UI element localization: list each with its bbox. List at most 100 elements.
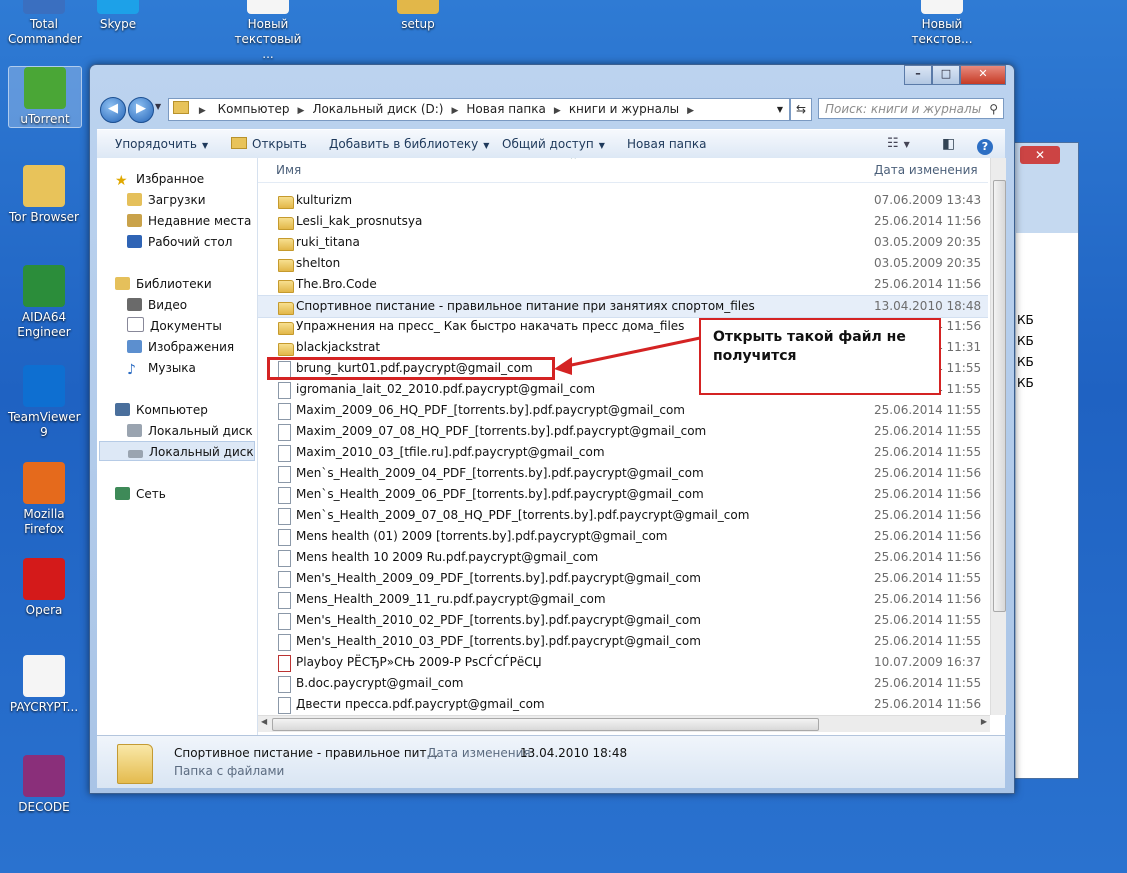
file-date: 13.04.2010 18:48 <box>874 299 982 313</box>
help-button[interactable]: ? <box>977 130 993 158</box>
explorer-window[interactable]: – □ ✕ ◀ ▶ ▼ ▶ Компьютер ▶ Локальный диск (… <box>89 64 1015 794</box>
breadcrumb-item[interactable]: книги и журналы <box>569 99 679 120</box>
nav-computer[interactable]: Компьютер <box>115 400 208 420</box>
size-unit-label: КБ <box>1017 355 1034 369</box>
file-row[interactable]: shelton 03.05.2009 20:35 <box>258 253 988 274</box>
vertical-scroll-thumb[interactable] <box>993 180 1006 612</box>
file-row[interactable]: Maxim_2009_06_HQ_PDF_[torrents.by].pdf.p… <box>258 400 988 421</box>
breadcrumb-item[interactable]: Новая папка <box>466 99 545 120</box>
file-name: blackjackstrat <box>296 340 381 354</box>
search-icon[interactable]: ⚲ <box>989 99 998 120</box>
desktop-icon-item[interactable]: DECODE <box>8 755 80 815</box>
file-row[interactable]: kulturizm 07.06.2009 13:43 <box>258 190 988 211</box>
nav-desktop[interactable]: Рабочий стол <box>127 232 232 252</box>
file-row[interactable]: Двести пресса.pdf.paycrypt@gmail_com 25.0… <box>258 694 988 715</box>
background-window-close-button[interactable]: ✕ <box>1020 146 1060 164</box>
nav-disk-d[interactable]: Локальный диск (D <box>99 441 257 461</box>
nav-disk-c[interactable]: Локальный диск (C <box>127 421 257 441</box>
file-row[interactable]: Lesli_kak_prosnutsya 25.06.2014 11:56 <box>258 211 988 232</box>
share-button[interactable]: Общий доступ ▼ <box>502 130 605 158</box>
horizontal-scrollbar[interactable]: ◀ ▶ <box>258 715 990 732</box>
new-folder-button[interactable]: Новая папка <box>627 130 706 158</box>
address-dropdown-icon[interactable]: ▼ <box>777 99 783 120</box>
column-name[interactable]: Имя <box>276 163 301 177</box>
minimize-button[interactable]: – <box>904 65 932 85</box>
nav-computer-label: Компьютер <box>136 403 208 417</box>
file-row[interactable]: ruki_titana 03.05.2009 20:35 <box>258 232 988 253</box>
breadcrumb-item[interactable]: Локальный диск (D:) <box>312 99 443 120</box>
close-button[interactable]: ✕ <box>960 65 1006 85</box>
total-commander-icon <box>23 0 65 14</box>
file-row[interactable]: Mens_Health_2009_11_ru.pdf.paycrypt@gmai… <box>258 589 988 610</box>
address-bar[interactable]: ▶ Компьютер ▶ Локальный диск (D:) ▶ Новая па… <box>168 98 790 121</box>
desktop-icon-item[interactable]: Tor Browser <box>8 165 80 225</box>
forward-button[interactable]: ▶ <box>128 97 154 123</box>
file-row[interactable]: Men's_Health_2010_03_PDF_[torrents.by].p… <box>258 631 988 652</box>
desktop-icon-item[interactable]: Новый текстов... <box>906 0 978 47</box>
file-row[interactable]: Men`s_Health_2009_06_PDF_[torrents.by].p… <box>258 484 988 505</box>
nav-music[interactable]: ♪ Музыка <box>127 358 196 378</box>
breadcrumb-arrow-icon[interactable]: ▶ <box>554 106 561 116</box>
nav-documents[interactable]: Документы <box>127 316 222 336</box>
nav-libraries[interactable]: Библиотеки <box>115 274 212 294</box>
view-options-button[interactable]: ☷ ▼ <box>887 130 910 158</box>
nav-recent-places[interactable]: Недавние места <box>127 211 251 231</box>
file-row[interactable]: Playboy РЁСЂР»СЊ 2009-Р РѕСЃСЃРёСЏ 10.07.… <box>258 652 988 673</box>
file-row[interactable]: Men's_Health_2010_02_PDF_[torrents.by].p… <box>258 610 988 631</box>
desktop-icon-item[interactable]: Total Commander <box>8 0 82 47</box>
file-row[interactable]: Maxim_2009_07_08_HQ_PDF_[torrents.by].pd… <box>258 421 988 442</box>
desktop-icon-item[interactable]: Mozilla Firefox <box>8 462 80 537</box>
horizontal-scroll-thumb[interactable] <box>272 718 819 731</box>
breadcrumb-arrow-icon[interactable]: ▶ <box>199 106 206 116</box>
file-date: 25.06.2014 11:55 <box>874 424 982 438</box>
back-button[interactable]: ◀ <box>100 97 126 123</box>
desktop-icon-item[interactable]: Новый текстовый ... <box>232 0 304 62</box>
search-input[interactable]: Поиск: книги и журналы ⚲ <box>818 98 1004 119</box>
file-row[interactable]: Men`s_Health_2009_07_08_HQ_PDF_[torrents… <box>258 505 988 526</box>
pictures-icon <box>127 340 142 353</box>
preview-pane-button[interactable]: ◧ <box>942 130 955 158</box>
breadcrumb-arrow-icon[interactable]: ▶ <box>451 106 458 116</box>
nav-pictures[interactable]: Изображения <box>127 337 234 357</box>
file-row[interactable]: Men`s_Health_2009_04_PDF_[torrents.by].p… <box>258 463 988 484</box>
file-row[interactable]: Mens health (01) 2009 [torrents.by].pdf.… <box>258 526 988 547</box>
history-dropdown-icon[interactable]: ▼ <box>155 102 161 111</box>
add-to-library-button[interactable]: Добавить в библиотеку ▼ <box>329 130 489 158</box>
desktop-icon-item[interactable]: setup <box>382 0 454 32</box>
file-name: Men`s_Health_2009_04_PDF_[torrents.by].p… <box>296 466 704 480</box>
file-icon <box>278 571 291 588</box>
file-row[interactable]: Maxim_2010_03_[tfile.ru].pdf.paycrypt@gm… <box>258 442 988 463</box>
maximize-button[interactable]: □ <box>932 65 960 85</box>
desktop-icon-label: DECODE <box>18 800 70 814</box>
file-row[interactable]: B.doc.paycrypt@gmail_com 25.06.2014 11:55 <box>258 673 988 694</box>
breadcrumb-arrow-icon[interactable]: ▶ <box>687 106 694 116</box>
file-row[interactable]: Men's_Health_2009_09_PDF_[torrents.by].p… <box>258 568 988 589</box>
file-icon <box>278 487 291 504</box>
refresh-button[interactable]: ⇆ <box>790 98 812 121</box>
nav-downloads-label: Загрузки <box>148 193 206 207</box>
vertical-scrollbar[interactable] <box>990 158 1006 715</box>
file-date: 07.06.2009 13:43 <box>874 193 982 207</box>
nav-video[interactable]: Видео <box>127 295 187 315</box>
file-name: Lesli_kak_prosnutsya <box>296 214 423 228</box>
breadcrumb-item[interactable]: Компьютер <box>218 99 290 120</box>
desktop-icon-item[interactable]: AIDA64 Engineer <box>8 265 80 340</box>
desktop-icon-item[interactable]: Skype <box>82 0 154 32</box>
nav-downloads[interactable]: Загрузки <box>127 190 206 210</box>
background-window[interactable]: ✕ <box>1005 142 1079 779</box>
breadcrumb-arrow-icon[interactable]: ▶ <box>298 106 305 116</box>
file-row[interactable]: Спортивное пистание - правильное питание… <box>258 295 988 318</box>
nav-network[interactable]: Сеть <box>115 484 166 504</box>
open-button[interactable]: Открыть <box>231 130 307 158</box>
desktop-icon-item[interactable]: Opera <box>8 558 80 618</box>
organize-button[interactable]: Упорядочить ▼ <box>115 130 208 158</box>
desktop-icon-item[interactable]: uTorrent <box>8 66 82 128</box>
scroll-right-icon[interactable]: ▶ <box>981 717 987 726</box>
desktop-icon-item[interactable]: PAYCRYPT... <box>8 655 80 715</box>
file-row[interactable]: Mens health 10 2009 Ru.pdf.paycrypt@gmai… <box>258 547 988 568</box>
column-date[interactable]: Дата изменения <box>874 163 978 177</box>
nav-favorites[interactable]: ★ Избранное <box>115 169 204 189</box>
file-row[interactable]: The.Bro.Code 25.06.2014 11:56 <box>258 274 988 295</box>
desktop-icon-item[interactable]: TeamViewer 9 <box>8 365 81 440</box>
scroll-left-icon[interactable]: ◀ <box>261 717 267 726</box>
